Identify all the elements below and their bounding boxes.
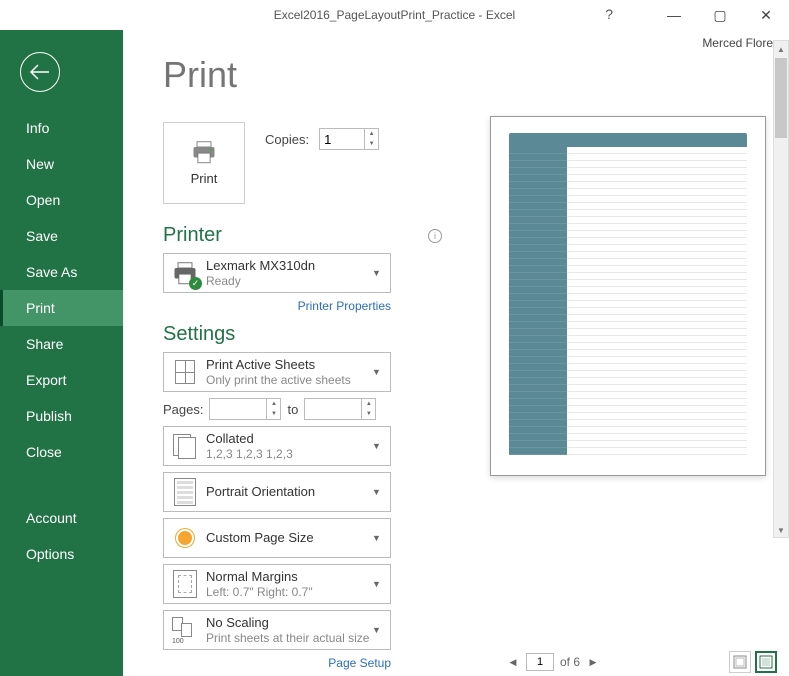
nav-new[interactable]: New bbox=[0, 146, 123, 182]
preview-data-grid bbox=[567, 147, 747, 455]
spinner-up-icon[interactable]: ▲ bbox=[365, 129, 378, 139]
nav-info[interactable]: Info bbox=[0, 110, 123, 146]
nav-publish[interactable]: Publish bbox=[0, 398, 123, 434]
spinner-down-icon[interactable]: ▼ bbox=[365, 139, 378, 149]
scaling-line2: Print sheets at their actual size bbox=[206, 631, 372, 645]
pages-to-label: to bbox=[287, 402, 298, 417]
page-number-input[interactable] bbox=[526, 653, 554, 671]
close-button[interactable]: ✕ bbox=[743, 0, 789, 30]
settings-heading: Settings bbox=[163, 323, 235, 346]
copies-spinner[interactable]: ▲▼ bbox=[319, 128, 379, 150]
paper-size-dropdown[interactable]: Custom Page Size ▼ bbox=[163, 518, 391, 558]
orientation-dropdown[interactable]: Portrait Orientation ▼ bbox=[163, 472, 391, 512]
backstage-sidebar: Info New Open Save Save As Print Share E… bbox=[0, 30, 123, 676]
nav-save[interactable]: Save bbox=[0, 218, 123, 254]
copies-label: Copies: bbox=[265, 132, 309, 147]
nav-print[interactable]: Print bbox=[0, 290, 123, 326]
printer-dropdown[interactable]: ✓ Lexmark MX310dn Ready ▼ bbox=[163, 253, 391, 293]
page-setup-link[interactable]: Page Setup bbox=[163, 656, 391, 670]
preview-scrollbar[interactable]: ▲ ▼ bbox=[773, 40, 789, 538]
margins-icon bbox=[173, 570, 197, 598]
nav-export[interactable]: Export bbox=[0, 362, 123, 398]
printer-info-icon[interactable]: i bbox=[428, 229, 442, 243]
margins-dropdown[interactable]: Normal Margins Left: 0.7" Right: 0.7" ▼ bbox=[163, 564, 391, 604]
printer-ready-check-icon: ✓ bbox=[189, 277, 202, 290]
next-page-button[interactable]: ▶ bbox=[586, 655, 600, 669]
title-bar: Excel2016_PageLayoutPrint_Practice - Exc… bbox=[0, 0, 789, 30]
preview-row-headers bbox=[509, 147, 567, 455]
margins-toggle-icon bbox=[733, 655, 747, 669]
maximize-button[interactable]: ▢ bbox=[697, 0, 743, 30]
scaling-dropdown[interactable]: 100 No Scaling Print sheets at their act… bbox=[163, 610, 391, 650]
dropdown-caret-icon: ▼ bbox=[372, 579, 384, 589]
dropdown-caret-icon: ▼ bbox=[372, 533, 384, 543]
dropdown-caret-icon: ▼ bbox=[372, 487, 384, 497]
print-what-line2: Only print the active sheets bbox=[206, 373, 372, 387]
pages-from-input[interactable] bbox=[210, 402, 252, 417]
copies-input[interactable] bbox=[320, 132, 362, 147]
worksheet-icon bbox=[175, 360, 195, 384]
back-button[interactable] bbox=[20, 52, 60, 92]
scaling-line1: No Scaling bbox=[206, 615, 372, 631]
nav-close[interactable]: Close bbox=[0, 434, 123, 470]
collate-dropdown[interactable]: Collated 1,2,3 1,2,3 1,2,3 ▼ bbox=[163, 426, 391, 466]
pages-to-spinner[interactable]: ▲▼ bbox=[304, 398, 376, 420]
pages-to-input[interactable] bbox=[305, 402, 347, 417]
custom-size-icon bbox=[178, 531, 192, 545]
page-title: Print bbox=[163, 54, 448, 96]
printer-icon bbox=[190, 140, 218, 165]
printer-properties-link[interactable]: Printer Properties bbox=[163, 299, 391, 313]
portrait-icon bbox=[174, 478, 196, 506]
scaling-icon: 100 bbox=[172, 617, 198, 643]
printer-heading: Printer bbox=[163, 224, 222, 247]
printer-status: Ready bbox=[206, 274, 372, 288]
orientation-line1: Portrait Orientation bbox=[206, 484, 372, 500]
back-arrow-icon bbox=[29, 63, 51, 81]
pages-label: Pages: bbox=[163, 402, 203, 417]
dropdown-caret-icon: ▼ bbox=[372, 268, 384, 278]
dropdown-caret-icon: ▼ bbox=[372, 441, 384, 451]
print-what-line1: Print Active Sheets bbox=[206, 357, 372, 373]
window-title: Excel2016_PageLayoutPrint_Practice - Exc… bbox=[274, 8, 515, 22]
print-preview-pane: ▲ ▼ ◀ of 6 ▶ bbox=[448, 40, 789, 676]
nav-account[interactable]: Account bbox=[0, 500, 123, 536]
nav-open[interactable]: Open bbox=[0, 182, 123, 218]
preview-page bbox=[490, 116, 766, 476]
prev-page-button[interactable]: ◀ bbox=[506, 655, 520, 669]
page-total-label: of 6 bbox=[560, 655, 580, 669]
nav-share[interactable]: Share bbox=[0, 326, 123, 362]
scroll-down-icon[interactable]: ▼ bbox=[774, 522, 788, 538]
paper-line1: Custom Page Size bbox=[206, 530, 372, 546]
collate-line1: Collated bbox=[206, 431, 372, 447]
print-what-dropdown[interactable]: Print Active Sheets Only print the activ… bbox=[163, 352, 391, 392]
scroll-thumb[interactable] bbox=[775, 58, 787, 138]
margins-line2: Left: 0.7" Right: 0.7" bbox=[206, 585, 372, 599]
printer-name: Lexmark MX310dn bbox=[206, 258, 372, 274]
margins-line1: Normal Margins bbox=[206, 569, 372, 585]
preview-table-header bbox=[509, 133, 747, 147]
scroll-up-icon[interactable]: ▲ bbox=[774, 41, 788, 57]
help-icon[interactable]: ? bbox=[605, 6, 613, 22]
minimize-button[interactable]: — bbox=[651, 0, 697, 30]
nav-options[interactable]: Options bbox=[0, 536, 123, 572]
dropdown-caret-icon: ▼ bbox=[372, 625, 384, 635]
print-button-label: Print bbox=[191, 171, 218, 186]
dropdown-caret-icon: ▼ bbox=[372, 367, 384, 377]
zoom-to-page-button[interactable] bbox=[755, 651, 777, 673]
print-button[interactable]: Print bbox=[163, 122, 245, 204]
show-margins-button[interactable] bbox=[729, 651, 751, 673]
nav-save-as[interactable]: Save As bbox=[0, 254, 123, 290]
pages-from-spinner[interactable]: ▲▼ bbox=[209, 398, 281, 420]
collate-icon bbox=[173, 434, 197, 458]
collate-line2: 1,2,3 1,2,3 1,2,3 bbox=[206, 447, 372, 461]
zoom-page-icon bbox=[759, 655, 773, 669]
